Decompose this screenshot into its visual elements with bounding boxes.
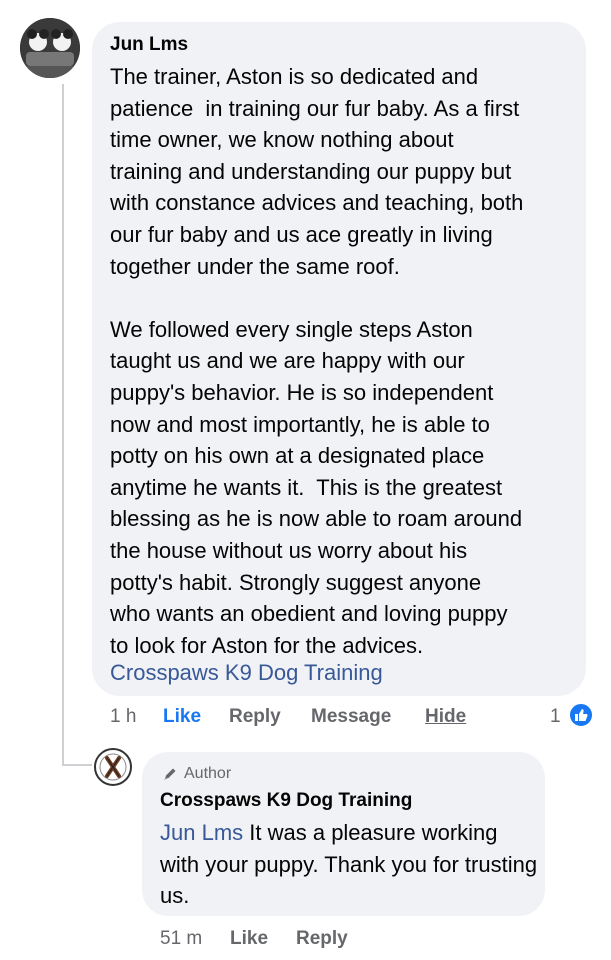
reply-text: Jun Lms It was a pleasure working with y… bbox=[160, 817, 540, 912]
reply-button[interactable]: Reply bbox=[229, 706, 281, 728]
reply-author[interactable]: Crosspaws K9 Dog Training bbox=[160, 790, 412, 812]
crosspaws-logo-icon bbox=[97, 751, 129, 783]
like-button[interactable]: Like bbox=[163, 706, 201, 728]
reply-reply-button[interactable]: Reply bbox=[296, 928, 348, 950]
thread-connector bbox=[62, 764, 92, 766]
reply-avatar[interactable] bbox=[94, 748, 132, 786]
avatar-image bbox=[20, 18, 80, 78]
thumbs-up-icon bbox=[575, 709, 588, 721]
comment-text: The trainer, Aston is so dedicated and p… bbox=[110, 64, 524, 658]
avatar[interactable] bbox=[20, 18, 80, 78]
hide-button[interactable]: Hide bbox=[425, 706, 466, 728]
reply-time[interactable]: 51 m bbox=[160, 928, 202, 950]
comment-time[interactable]: 1 h bbox=[110, 706, 136, 728]
mention-link[interactable]: Jun Lms bbox=[160, 820, 243, 845]
comment-author[interactable]: Jun Lms bbox=[110, 34, 188, 56]
author-badge: Author bbox=[162, 765, 231, 783]
reply-like-button[interactable]: Like bbox=[230, 928, 268, 950]
thread-line bbox=[62, 84, 64, 766]
message-button[interactable]: Message bbox=[311, 706, 391, 728]
author-badge-label: Author bbox=[184, 765, 232, 782]
reaction-count[interactable]: 1 bbox=[550, 706, 561, 728]
pencil-icon bbox=[164, 768, 176, 780]
like-reaction-icon[interactable] bbox=[568, 702, 594, 728]
tagged-page-link[interactable]: Crosspaws K9 Dog Training bbox=[110, 660, 383, 686]
